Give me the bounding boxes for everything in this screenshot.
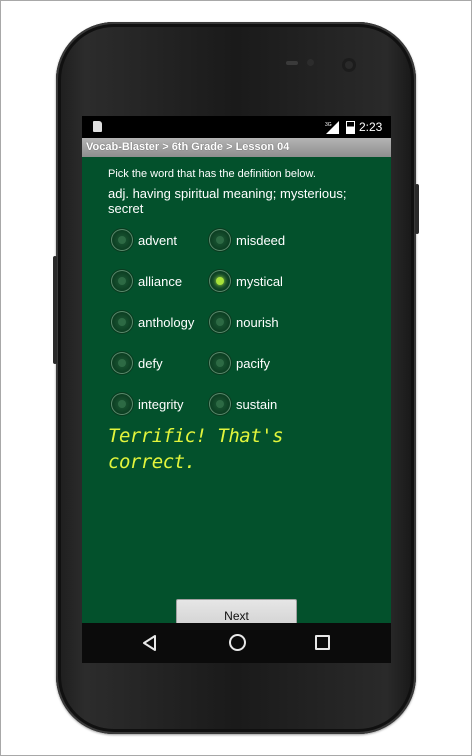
- battery-icon: [346, 121, 355, 134]
- radio-button[interactable]: [111, 311, 133, 333]
- power-button: [415, 184, 419, 234]
- speaker-grille: [286, 61, 298, 65]
- sensor: [307, 59, 314, 66]
- option-label: pacify: [236, 355, 270, 371]
- radio-button-selected[interactable]: [209, 270, 231, 292]
- option-advent[interactable]: advent: [111, 227, 177, 253]
- navigation-bar: [82, 623, 391, 663]
- status-bar: 3G 2:23: [82, 116, 391, 138]
- definition-text: adj. having spiritual meaning; mysteriou…: [108, 186, 347, 216]
- radio-button[interactable]: [111, 270, 133, 292]
- option-label: mystical: [236, 273, 283, 289]
- question-prompt: Pick the word that has the definition be…: [108, 168, 316, 180]
- radio-indicator: [216, 318, 224, 326]
- radio-indicator: [216, 236, 224, 244]
- radio-button[interactable]: [111, 352, 133, 374]
- option-mystical[interactable]: mystical: [209, 268, 283, 294]
- next-button[interactable]: Next: [176, 599, 297, 623]
- svg-text:3G: 3G: [325, 122, 332, 128]
- recent-apps-icon[interactable]: [315, 635, 330, 650]
- feedback-message: Terrific! That's correct.: [108, 425, 284, 473]
- quiz-content: Pick the word that has the definition be…: [82, 157, 391, 623]
- option-label: anthology: [138, 314, 195, 330]
- option-integrity[interactable]: integrity: [111, 391, 184, 417]
- title-bar-breadcrumb: Vocab-Blaster > 6th Grade > Lesson 04: [82, 138, 391, 157]
- option-label: alliance: [138, 273, 183, 289]
- home-icon[interactable]: [229, 634, 246, 651]
- option-label: defy: [138, 355, 163, 371]
- radio-button[interactable]: [209, 229, 231, 251]
- volume-button: [53, 256, 57, 364]
- radio-indicator: [118, 236, 126, 244]
- sd-card-icon: [93, 121, 102, 132]
- radio-indicator: [118, 318, 126, 326]
- option-label: advent: [138, 232, 178, 248]
- radio-button[interactable]: [111, 229, 133, 251]
- radio-indicator: [216, 359, 224, 367]
- radio-indicator: [118, 359, 126, 367]
- clock: 2:23: [359, 120, 383, 134]
- option-defy[interactable]: defy: [111, 350, 163, 376]
- radio-button[interactable]: [111, 393, 133, 415]
- option-label: misdeed: [236, 232, 286, 248]
- signal-icon: 3G: [325, 121, 339, 134]
- option-nourish[interactable]: nourish: [209, 309, 279, 335]
- back-icon[interactable]: [142, 635, 158, 651]
- front-camera: [342, 58, 356, 72]
- radio-button[interactable]: [209, 311, 231, 333]
- radio-indicator: [118, 277, 126, 285]
- phone-screen: 3G 2:23 Vocab-Blaster > 6th Grade > Less…: [82, 116, 391, 623]
- option-label: nourish: [236, 314, 279, 330]
- option-pacify[interactable]: pacify: [209, 350, 270, 376]
- option-sustain[interactable]: sustain: [209, 391, 277, 417]
- radio-indicator: [216, 277, 224, 285]
- option-anthology[interactable]: anthology: [111, 309, 194, 335]
- option-label: sustain: [236, 396, 278, 412]
- radio-button[interactable]: [209, 352, 231, 374]
- radio-indicator: [118, 400, 126, 408]
- option-label: integrity: [138, 396, 184, 412]
- option-alliance[interactable]: alliance: [111, 268, 182, 294]
- radio-indicator: [216, 400, 224, 408]
- radio-button[interactable]: [209, 393, 231, 415]
- option-misdeed[interactable]: misdeed: [209, 227, 285, 253]
